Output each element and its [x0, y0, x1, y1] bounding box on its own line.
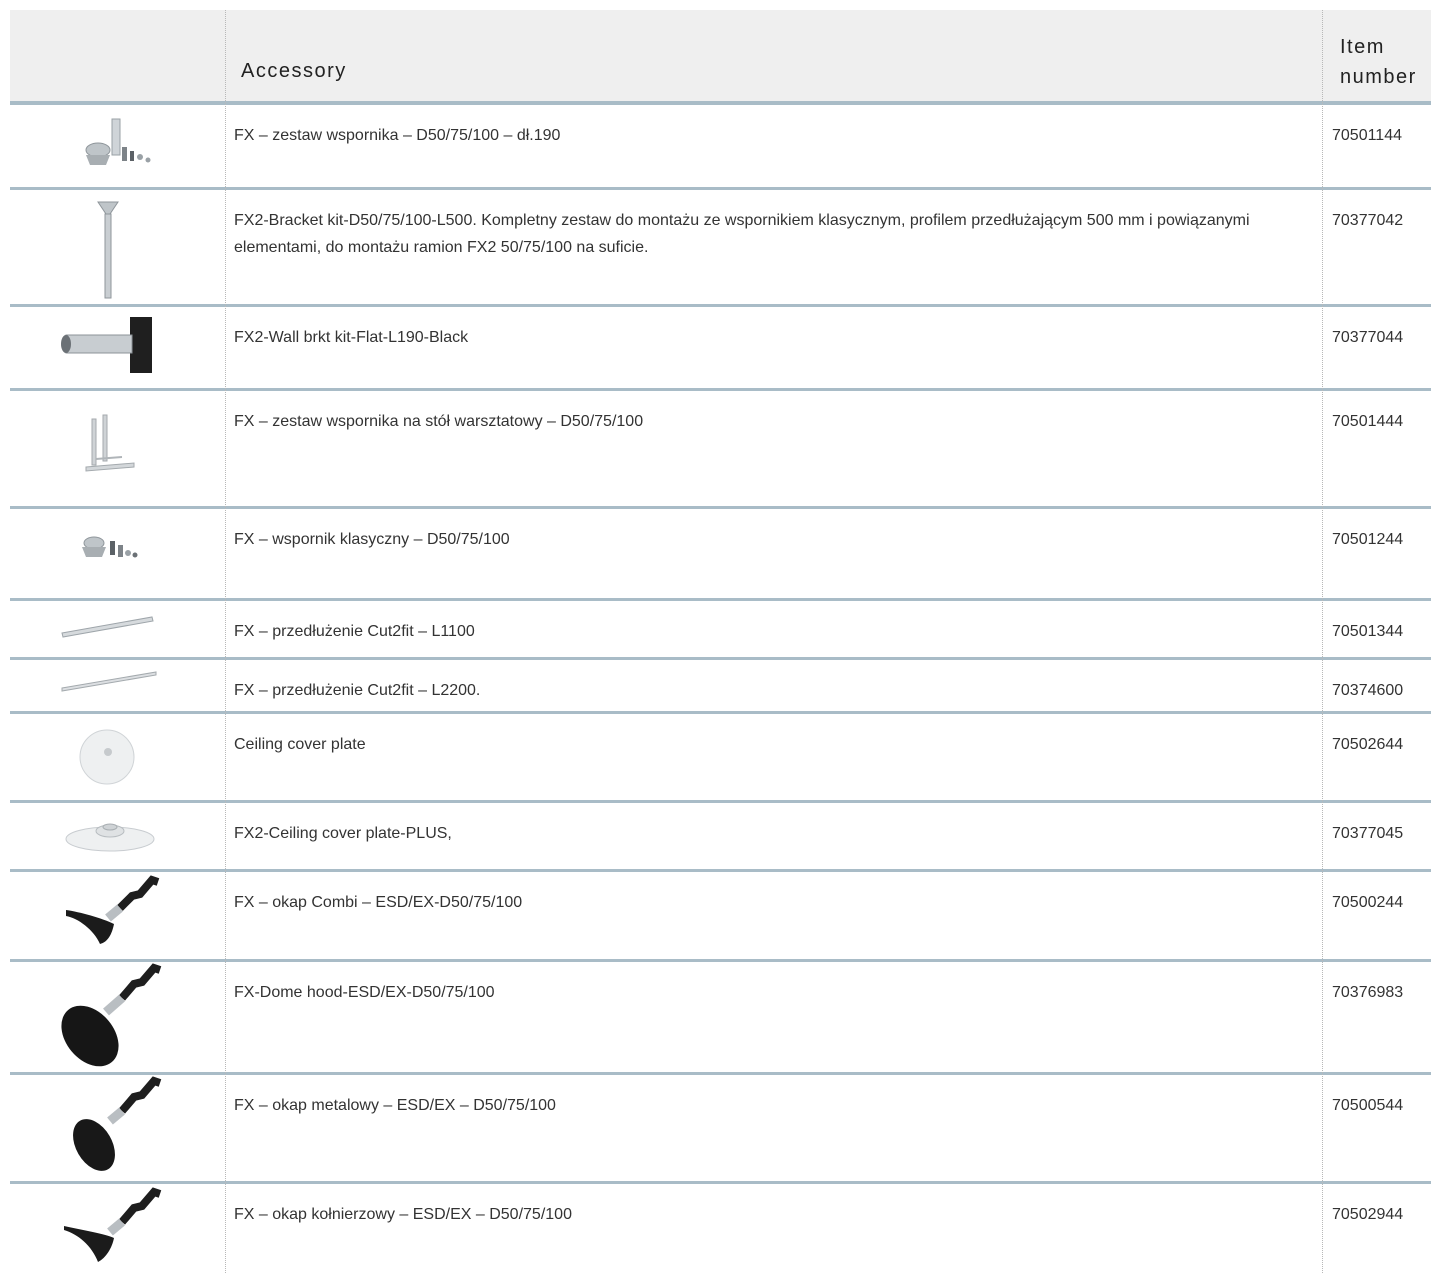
row-item-number: 70377045 — [1332, 825, 1404, 842]
bench-bracket-icon — [10, 391, 225, 506]
row-description: FX2-Wall brkt kit-Flat-L190-Black — [234, 329, 469, 346]
dome-hood-icon — [10, 962, 225, 1072]
table-row: FX – okap metalowy – ESD/EX – D50/75/100… — [10, 1075, 1431, 1184]
row-description: FX – okap kołnierzowy – ESD/EX – D50/75/… — [234, 1206, 572, 1223]
flange-hood-icon — [10, 1184, 225, 1278]
header-item-number: Item number — [1340, 32, 1417, 92]
table-row: Ceiling cover plate 70502644 — [10, 714, 1431, 803]
table-row: FX – okap Combi – ESD/EX-D50/75/100 7050… — [10, 872, 1431, 962]
header-item-line1: Item — [1340, 36, 1385, 58]
table-row: FX-Dome hood-ESD/EX-D50/75/100 70376983 — [10, 962, 1431, 1075]
row-item-number: 70502944 — [1332, 1206, 1404, 1223]
table-header: Accessory Item number — [10, 10, 1431, 105]
row-item-number: 70376983 — [1332, 984, 1404, 1001]
bracket-pole-icon — [10, 190, 225, 304]
row-description: FX-Dome hood-ESD/EX-D50/75/100 — [234, 984, 495, 1001]
table-row: FX – przedłużenie Cut2fit – L1100 705013… — [10, 601, 1431, 660]
row-item-number: 70502644 — [1332, 736, 1404, 753]
column-divider — [1322, 10, 1323, 1273]
row-item-number: 70501444 — [1332, 413, 1404, 430]
row-item-number: 70377042 — [1332, 212, 1404, 229]
metal-hood-icon — [10, 1075, 225, 1181]
header-image-cell — [10, 10, 225, 101]
table-row: FX2-Wall brkt kit-Flat-L190-Black 703770… — [10, 307, 1431, 391]
row-description: FX – okap metalowy – ESD/EX – D50/75/100 — [234, 1097, 556, 1114]
wall-bracket-icon — [10, 307, 225, 388]
row-description: FX – przedłużenie Cut2fit – L2200. — [234, 682, 481, 699]
table-row: FX – zestaw wspornika na stół warsztatow… — [10, 391, 1431, 509]
row-item-number: 70501144 — [1332, 127, 1402, 144]
row-description: FX – okap Combi – ESD/EX-D50/75/100 — [234, 894, 523, 911]
header-item-line2: number — [1340, 66, 1417, 88]
combi-hood-icon — [10, 872, 225, 959]
cover-plate-plus-icon — [10, 803, 225, 869]
extension-tube-long-icon — [10, 660, 225, 711]
row-description: FX – wspornik klasyczny – D50/75/100 — [234, 531, 510, 548]
bracket-kit-icon — [10, 105, 225, 187]
cover-plate-icon — [10, 714, 225, 800]
classic-bracket-icon — [10, 509, 225, 598]
row-description: FX2-Bracket kit-D50/75/100-L500. Komplet… — [234, 212, 1250, 256]
table-row: FX – zestaw wspornika – D50/75/100 – dł.… — [10, 105, 1431, 190]
extension-tube-icon — [10, 601, 225, 657]
row-item-number: 70501244 — [1332, 531, 1404, 548]
table-row: FX – wspornik klasyczny – D50/75/100 705… — [10, 509, 1431, 601]
accessory-table: Accessory Item number FX – zestaw wsporn… — [10, 10, 1431, 1278]
row-item-number: 70374600 — [1332, 682, 1404, 699]
row-item-number: 70500244 — [1332, 894, 1404, 911]
table-row: FX2-Ceiling cover plate-PLUS, 70377045 — [10, 803, 1431, 872]
row-description: FX2-Ceiling cover plate-PLUS, — [234, 825, 452, 842]
row-item-number: 70500544 — [1332, 1097, 1404, 1114]
row-description: FX – zestaw wspornika – D50/75/100 – dł.… — [234, 127, 561, 144]
row-item-number: 70501344 — [1332, 623, 1404, 640]
column-divider — [225, 10, 226, 1273]
table-row: FX2-Bracket kit-D50/75/100-L500. Komplet… — [10, 190, 1431, 307]
row-description: FX – zestaw wspornika na stół warsztatow… — [234, 413, 644, 430]
table-row: FX – przedłużenie Cut2fit – L2200. 70374… — [10, 660, 1431, 714]
row-description: Ceiling cover plate — [234, 736, 366, 753]
header-accessory: Accessory — [241, 60, 347, 82]
row-description: FX – przedłużenie Cut2fit – L1100 — [234, 623, 475, 640]
table-row: FX – okap kołnierzowy – ESD/EX – D50/75/… — [10, 1184, 1431, 1278]
row-item-number: 70377044 — [1332, 329, 1404, 346]
